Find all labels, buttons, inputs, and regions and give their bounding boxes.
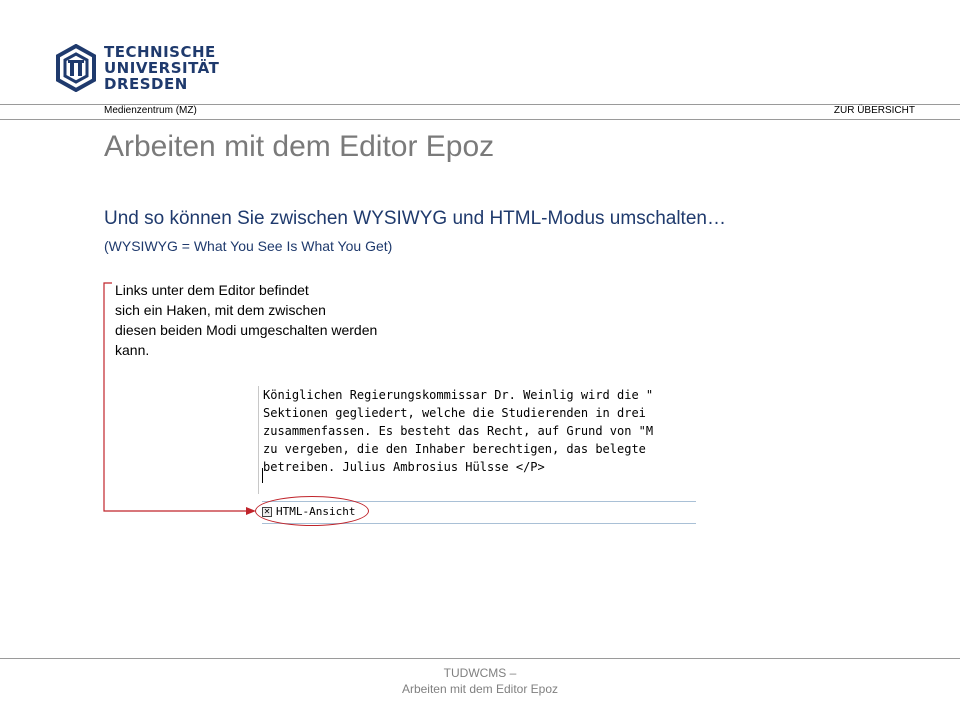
logo-line-3: DRESDEN <box>104 75 188 93</box>
slide-title: Arbeiten mit dem Editor Epoz <box>104 130 495 163</box>
tu-dresden-logo: TECHNISCHE UNIVERSITÄT DRESDEN <box>54 43 219 94</box>
wysiwyg-note: (WYSIWYG = What You See Is What You Get) <box>104 238 393 254</box>
footer-divider <box>0 658 960 659</box>
highlight-circle <box>255 496 369 526</box>
text-cursor <box>262 468 263 483</box>
university-seal-icon <box>56 43 96 93</box>
logo-line-1: TECHNISCHE <box>104 43 216 61</box>
editor-line: Königlichen Regierungskommissar Dr. Wein… <box>263 388 654 402</box>
footer-line-1: TUDWCMS – <box>443 666 517 680</box>
footer-line-2: Arbeiten mit dem Editor Epoz <box>401 682 559 696</box>
editor-line: betreiben. Julius Ambrosius Hülsse </P> <box>263 460 545 474</box>
editor-line: zusammenfassen. Es besteht das Recht, au… <box>263 424 654 438</box>
editor-textarea[interactable]: Königlichen Regierungskommissar Dr. Wein… <box>258 386 703 494</box>
logo-line-2: UNIVERSITÄT <box>104 59 220 77</box>
callout-line: diesen beiden Modi umgeschalten werden <box>115 322 378 338</box>
department-label: Medienzentrum (MZ) <box>104 105 197 116</box>
callout-line: sich ein Haken, mit dem zwischen <box>115 302 326 318</box>
university-name: TECHNISCHE UNIVERSITÄT DRESDEN <box>104 44 219 92</box>
editor-line: zu vergeben, die den Inhaber berechtigen… <box>263 442 646 456</box>
overview-link[interactable]: ZUR ÜBERSICHT <box>834 105 915 116</box>
callout-text: Links unter dem Editor befindet sich ein… <box>115 280 435 360</box>
callout-line: kann. <box>115 342 150 358</box>
editor-line: Sektionen gegliedert, welche die Studier… <box>263 406 646 420</box>
slide-subtitle: Und so können Sie zwischen WYSIWYG und H… <box>104 208 726 229</box>
callout-line: Links unter dem Editor befindet <box>115 282 309 298</box>
